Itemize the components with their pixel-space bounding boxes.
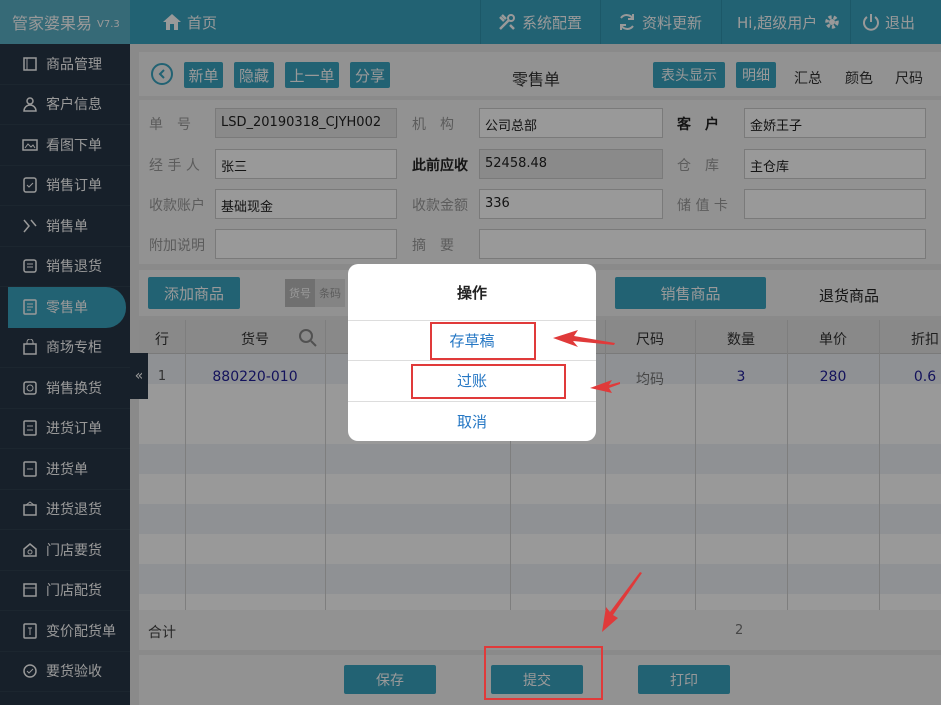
arrow-to-post — [590, 380, 620, 393]
arrow-to-draft — [553, 330, 615, 347]
arrow-to-submit — [602, 572, 642, 632]
annotation-arrows — [553, 330, 642, 632]
